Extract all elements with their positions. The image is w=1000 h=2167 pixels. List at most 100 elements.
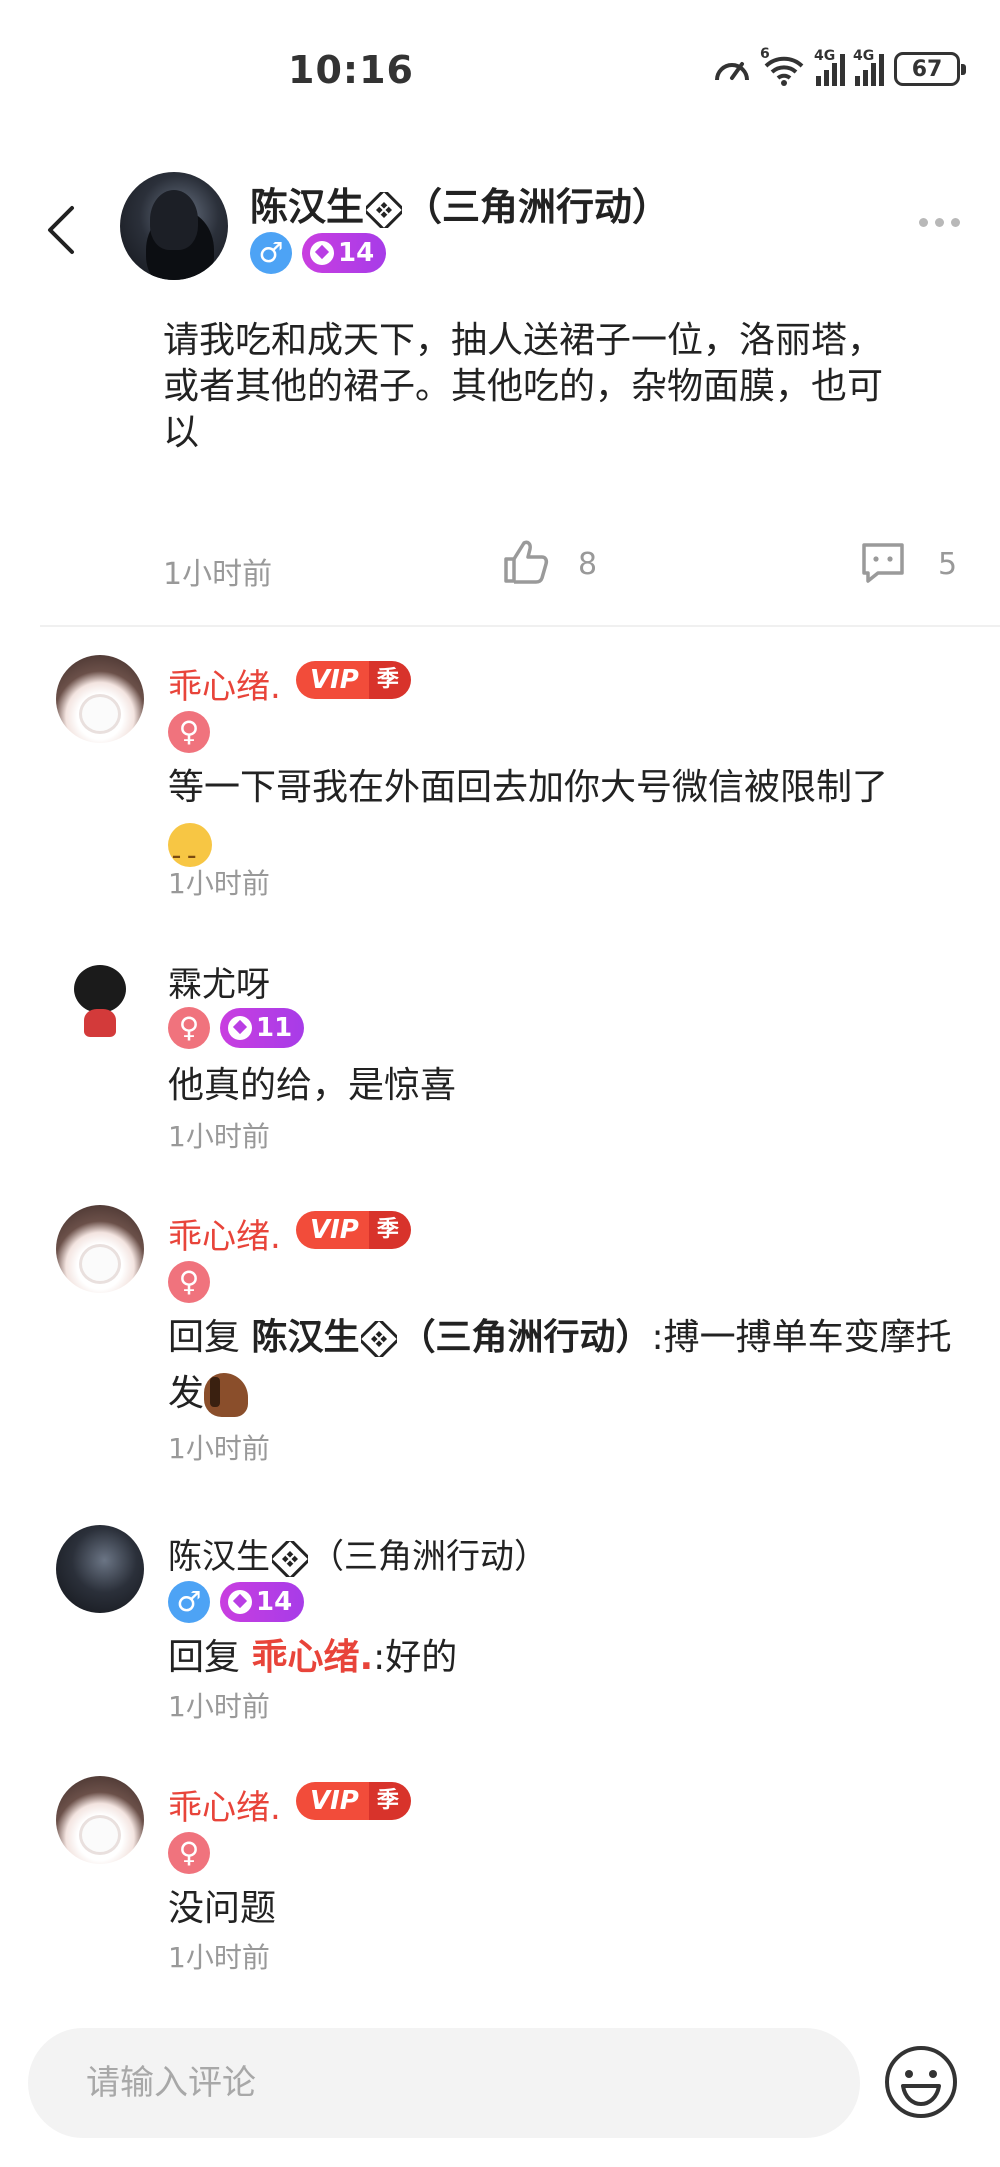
comment-time: 1小时前 [168, 867, 270, 900]
comment-item: 乖心绪. VIP 季 ♀ 回复 陈汉生 （三角洲行动）:搏一搏单车变摩托 发 1小时… [0, 1205, 1000, 1465]
game-logo-icon [366, 191, 403, 228]
wifi-icon: 6 [760, 46, 806, 86]
male-icon: ♂ [250, 232, 292, 274]
comment-input[interactable] [86, 2028, 846, 2138]
thumbs-up-icon[interactable] [500, 537, 550, 587]
commenter-badges: ♀ 11 [168, 1007, 305, 1049]
commenter-name[interactable]: 陈汉生 （三角洲行动） [168, 1529, 548, 1578]
status-icons: 6 4G 4G 67 [712, 46, 966, 86]
comment-text: 回复 乖心绪.:好的 [168, 1630, 968, 1686]
reply-target-tag: （三角洲行动） [399, 1317, 652, 1358]
network-type-1: 4G [814, 48, 836, 64]
vip-label: VIP [296, 1782, 369, 1820]
like-count: 8 [578, 547, 598, 582]
male-icon: ♂ [168, 1581, 210, 1623]
status-bar: 10:16 6 4G 4G 67 [0, 0, 1000, 150]
author-name-text: 陈汉生 [250, 185, 365, 229]
female-icon: ♀ [168, 1261, 210, 1303]
wifi-badge: 6 [760, 46, 770, 62]
battery-level: 67 [911, 56, 943, 82]
comment-item: 乖心绪. VIP 季 ♀ 没问题 1小时前 [0, 1776, 1000, 1976]
author-badges: ♂ 14 [250, 232, 387, 274]
diamond-icon [228, 1590, 252, 1614]
comment-count: 5 [938, 547, 958, 582]
female-icon: ♀ [168, 1832, 210, 1874]
comment-text: 等一下哥我在外面回去加你大号微信被限制了 [168, 760, 968, 885]
female-icon: ♀ [168, 1007, 210, 1049]
avatar[interactable] [56, 955, 144, 1043]
commenter-game-tag: （三角洲行动） [310, 1537, 548, 1577]
comment-text-content: 等一下哥我在外面回去加你大号微信被限制了 [168, 767, 889, 808]
vip-season: 季 [368, 661, 411, 699]
vip-badge: VIP 季 [296, 661, 411, 699]
comment-icon[interactable] [858, 537, 908, 587]
post-meta: 1小时前 8 5 [0, 535, 1000, 595]
reply-prefix: 回复 [168, 1637, 252, 1678]
clock: 10:16 [288, 48, 414, 92]
vip-label: VIP [296, 661, 369, 699]
more-options-icon[interactable] [919, 218, 960, 227]
vip-label: VIP [296, 1211, 369, 1249]
comment-time: 1小时前 [168, 1432, 270, 1465]
avatar[interactable] [56, 1776, 144, 1864]
author-avatar[interactable] [120, 172, 228, 280]
commenter-name[interactable]: 乖心绪. [168, 1209, 281, 1258]
reply-prefix: 回复 [168, 1317, 252, 1358]
commenter-badges: ♀ [168, 1261, 210, 1303]
comment-time: 1小时前 [168, 1941, 270, 1974]
game-logo-icon [272, 1540, 308, 1577]
commenter-badges: ♀ [168, 1832, 210, 1874]
post-content: 请我吃和成天下，抽人送裙子一位，洛丽塔，或者其他的裙子。其他吃的，杂物面膜，也可… [163, 320, 884, 453]
comment-item: 乖心绪. VIP季 ♀ 等一下哥我在外面回去加你大号微信被限制了 1小时前 [0, 655, 1000, 905]
comment-text-content: :好的 [373, 1637, 458, 1678]
vip-badge: VIP 季 [296, 1782, 411, 1820]
avatar[interactable] [56, 1525, 144, 1613]
post-header: 陈汉生 （三角洲行动） ♂ 14 [0, 160, 1000, 290]
diamond-icon [310, 241, 334, 265]
sad-face-emoji [168, 823, 212, 885]
back-arrow-icon[interactable] [40, 200, 80, 260]
comment-time: 1小时前 [168, 1120, 270, 1153]
comment-item: 陈汉生 （三角洲行动） ♂ 14 回复 乖心绪.:好的 1小时前 [0, 1525, 1000, 1725]
signal-icon-1: 4G [814, 48, 845, 86]
signal-icon-2: 4G [853, 48, 884, 86]
commenter-badges: ♀ [168, 711, 210, 753]
reply-target-name: 陈汉生 [251, 1317, 360, 1358]
speed-icon [715, 62, 749, 81]
vip-season: 季 [368, 1211, 411, 1249]
author-name[interactable]: 陈汉生 （三角洲行动） [250, 176, 670, 231]
commenter-name[interactable]: 乖心绪. [168, 659, 281, 708]
vip-season: 季 [368, 1782, 411, 1820]
commenter-name[interactable]: 乖心绪. [168, 1780, 281, 1829]
reply-target[interactable]: 乖心绪. [251, 1637, 373, 1678]
comment-time: 1小时前 [168, 1690, 270, 1723]
avatar[interactable] [56, 655, 144, 743]
level-badge: 11 [220, 1008, 305, 1048]
post-time: 1小时前 [163, 557, 273, 592]
network-type-2: 4G [853, 48, 875, 64]
comment-text: 他真的给，是惊喜 [168, 1065, 457, 1106]
author-game-tag: （三角洲行动） [404, 185, 671, 229]
battery-icon: 67 [894, 52, 966, 86]
female-icon: ♀ [168, 711, 210, 753]
smiley-icon[interactable] [883, 2044, 959, 2120]
level-badge: 14 [220, 1582, 305, 1622]
horse-emoji [204, 1373, 249, 1417]
vip-badge: VIP 季 [296, 1211, 411, 1249]
diamond-icon [228, 1016, 252, 1040]
avatar[interactable] [56, 1205, 144, 1293]
reply-target[interactable]: 陈汉生 （三角洲行动） [251, 1317, 651, 1358]
game-logo-icon [361, 1321, 398, 1357]
level-value: 14 [256, 1587, 293, 1617]
commenter-badges: ♂ 14 [168, 1581, 305, 1623]
level-badge: 14 [302, 233, 387, 273]
level-value: 14 [338, 238, 375, 268]
comment-text: 回复 陈汉生 （三角洲行动）:搏一搏单车变摩托 发 [168, 1310, 968, 1422]
comment-item: 霖尤呀 ♀ 11 他真的给，是惊喜 1小时前 [0, 955, 1000, 1155]
comment-text: 没问题 [168, 1888, 277, 1929]
level-value: 11 [256, 1013, 293, 1043]
divider [40, 625, 1000, 627]
commenter-name[interactable]: 霖尤呀 [168, 957, 270, 1006]
commenter-name-text: 陈汉生 [168, 1537, 270, 1577]
comment-input-bar[interactable] [28, 2028, 860, 2138]
